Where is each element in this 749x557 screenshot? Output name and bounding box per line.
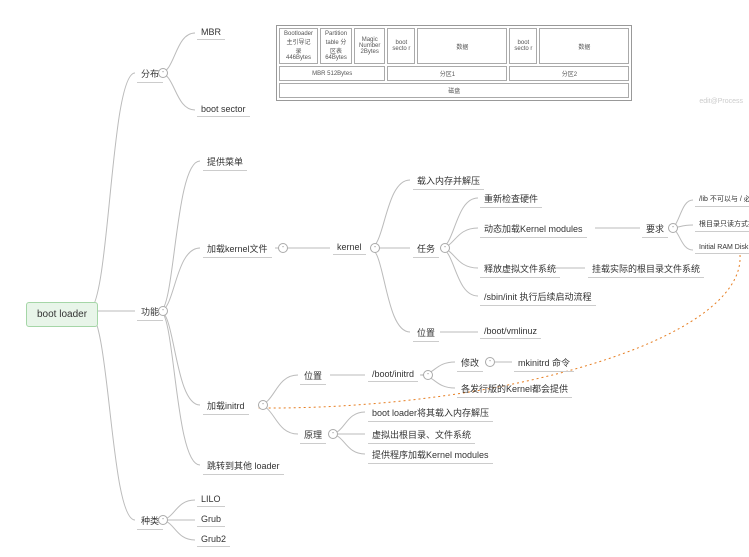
node-bootsector[interactable]: boot sector	[197, 102, 250, 117]
node-iprinc[interactable]: 原理	[300, 426, 326, 444]
node-t3[interactable]: 释放虚拟文件系统	[480, 260, 560, 278]
tbl-h5: boot secto r	[509, 28, 537, 64]
tbl-r2b: 分区1	[387, 66, 507, 81]
tbl-h4: 数据	[417, 28, 507, 64]
expander-task[interactable]: -	[440, 243, 450, 253]
node-k1[interactable]: LILO	[197, 492, 225, 507]
tbl-r2c: 分区2	[509, 66, 629, 81]
tbl-h6: 数据	[539, 28, 629, 64]
tbl-h0: Bootloader 主引导记录 446Bytes	[279, 28, 318, 64]
tbl-h2: Magic Number 2Bytes	[354, 28, 385, 64]
node-kload[interactable]: 载入内存并解压	[413, 172, 484, 190]
disk-layout-table: Bootloader 主引导记录 446Bytes Partition tabl…	[276, 25, 632, 101]
node-kernel[interactable]: kernel	[333, 240, 366, 255]
expander-iprinc[interactable]: -	[328, 429, 338, 439]
node-t4[interactable]: /sbin/init 执行后续启动流程	[480, 288, 596, 306]
tbl-h1: Partition table 分区表 64Bytes	[320, 28, 352, 64]
node-idist[interactable]: 各发行版的Kernel都会提供	[457, 380, 572, 398]
node-menu[interactable]: 提供菜单	[203, 153, 247, 171]
expander-req[interactable]: -	[668, 223, 678, 233]
node-jump[interactable]: 跳转到其他 loader	[203, 457, 284, 475]
expander-dist[interactable]: -	[158, 68, 168, 78]
node-kloc[interactable]: 位置	[413, 324, 439, 342]
expander-kinds[interactable]: -	[158, 515, 168, 525]
expander-ilocv[interactable]: -	[423, 370, 433, 380]
tbl-h3: boot secto r	[387, 28, 415, 64]
node-mbr[interactable]: MBR	[197, 25, 225, 40]
expander-func[interactable]: -	[158, 306, 168, 316]
node-ip3[interactable]: 提供程序加载Kernel modules	[368, 446, 493, 464]
node-t3b[interactable]: 挂载实际的根目录文件系统	[588, 260, 704, 278]
node-k3[interactable]: Grub2	[197, 532, 230, 547]
node-ktask[interactable]: 任务	[413, 240, 439, 258]
node-klocv[interactable]: /boot/vmlinuz	[480, 324, 541, 339]
node-imod[interactable]: 修改	[457, 354, 483, 372]
expander-loadk[interactable]: -	[278, 243, 288, 253]
node-ip2[interactable]: 虚拟出根目录、文件系统	[368, 426, 475, 444]
node-t2[interactable]: 动态加载Kernel modules	[480, 220, 587, 238]
node-t1[interactable]: 重新检查硬件	[480, 190, 542, 208]
node-k2[interactable]: Grub	[197, 512, 225, 527]
node-imodv[interactable]: mkinitrd 命令	[514, 354, 574, 372]
node-r2[interactable]: 根目录只读方式挂载	[695, 217, 749, 232]
expander-kernel[interactable]: -	[370, 243, 380, 253]
node-r3[interactable]: Initial RAM Disk	[695, 242, 749, 254]
tbl-r2a: MBR 512Bytes	[279, 66, 385, 81]
root-node[interactable]: boot loader	[26, 302, 98, 327]
expander-imod[interactable]: -	[485, 357, 495, 367]
node-loadinitrd[interactable]: 加载initrd	[203, 397, 249, 415]
node-r1[interactable]: /lib 不可以与 / 必须同一partion	[695, 192, 749, 207]
node-req[interactable]: 要求	[642, 220, 668, 238]
node-ip1[interactable]: boot loader将其载入内存解压	[368, 404, 493, 422]
tbl-r3: 磁盘	[279, 83, 629, 98]
node-ilocv[interactable]: /boot/initrd	[368, 367, 418, 382]
node-iloc[interactable]: 位置	[300, 367, 326, 385]
node-loadkernel[interactable]: 加载kernel文件	[203, 240, 272, 258]
expander-loadi[interactable]: -	[258, 400, 268, 410]
watermark: edit@Process	[699, 98, 743, 105]
